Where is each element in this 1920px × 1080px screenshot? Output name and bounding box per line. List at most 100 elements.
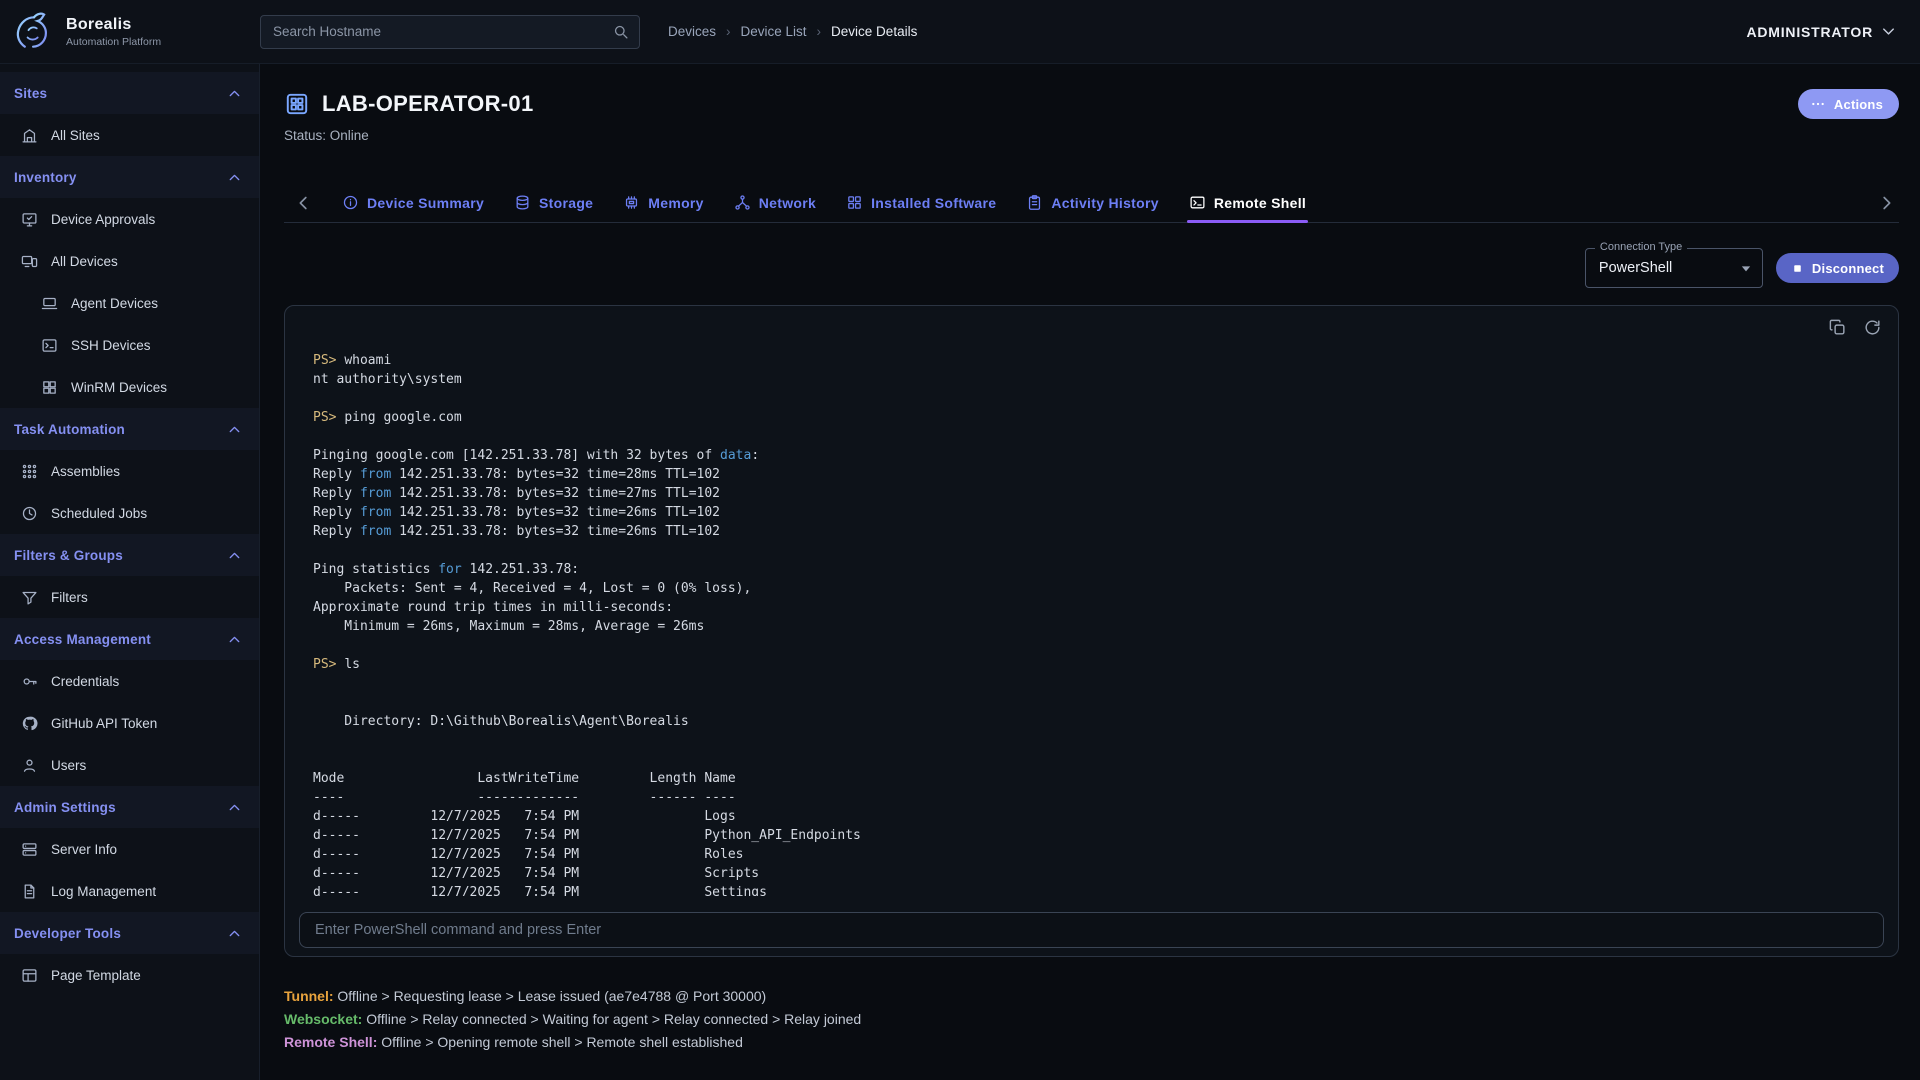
chevron-up-icon: [226, 925, 243, 942]
tab-label: Installed Software: [871, 195, 996, 211]
terminal-line: [313, 731, 1870, 750]
top-bar: Borealis Automation Platform Devices›Dev…: [0, 0, 1920, 64]
log-management-icon: [21, 883, 38, 900]
sidebar-item-label: Credentials: [51, 674, 119, 689]
connection-type-select[interactable]: Connection Type PowerShell: [1585, 248, 1763, 288]
sidebar-item-all-sites[interactable]: All Sites: [0, 114, 259, 156]
terminal-line: [313, 389, 1870, 408]
sidebar-item-assemblies[interactable]: Assemblies: [0, 450, 259, 492]
search-input[interactable]: [273, 24, 612, 39]
tab-activity-history[interactable]: Activity History: [1026, 183, 1159, 222]
agent-devices-icon: [41, 295, 58, 312]
sidebar-item-scheduled-jobs[interactable]: Scheduled Jobs: [0, 492, 259, 534]
sidebar-item-label: All Devices: [51, 254, 118, 269]
sidebar-section-filters-groups[interactable]: Filters & Groups: [0, 534, 259, 576]
sidebar-item-device-approvals[interactable]: Device Approvals: [0, 198, 259, 240]
command-input[interactable]: [299, 912, 1884, 948]
sidebar-section-inventory[interactable]: Inventory: [0, 156, 259, 198]
remote-shell-icon: [1189, 194, 1206, 211]
tab-remote-shell[interactable]: Remote Shell: [1189, 183, 1306, 222]
refresh-icon[interactable]: [1863, 318, 1882, 337]
storage-icon: [514, 194, 531, 211]
sidebar-item-label: WinRM Devices: [71, 380, 167, 395]
status-line-tunnel: Tunnel: Offline > Requesting lease > Lea…: [284, 985, 1899, 1008]
sidebar-item-ssh-devices[interactable]: SSH Devices: [0, 324, 259, 366]
sidebar-section-sites[interactable]: Sites: [0, 72, 259, 114]
sidebar-section-admin-settings[interactable]: Admin Settings: [0, 786, 259, 828]
terminal-line: Directory: D:\Github\Borealis\Agent\Bore…: [313, 712, 1870, 731]
github-icon: [21, 715, 38, 732]
tab-installed-software[interactable]: Installed Software: [846, 183, 996, 222]
chevron-up-icon: [226, 547, 243, 564]
ssh-devices-icon: [41, 337, 58, 354]
caret-down-icon: [1736, 258, 1756, 278]
chevron-up-icon: [226, 421, 243, 438]
terminal-line: Reply from 142.251.33.78: bytes=32 time=…: [313, 465, 1870, 484]
sidebar-item-label: Log Management: [51, 884, 156, 899]
breadcrumb-device-list[interactable]: Device List: [741, 24, 807, 39]
disconnect-button[interactable]: Disconnect: [1776, 253, 1899, 283]
breadcrumb-devices[interactable]: Devices: [668, 24, 716, 39]
user-menu[interactable]: ADMINISTRATOR: [1746, 22, 1920, 41]
breadcrumb-device-details: Device Details: [831, 24, 917, 39]
installed-software-icon: [846, 194, 863, 211]
tab-label: Activity History: [1051, 195, 1159, 211]
sidebar-item-all-devices[interactable]: All Devices: [0, 240, 259, 282]
tab-device-summary[interactable]: Device Summary: [342, 183, 484, 222]
sidebar-item-credentials[interactable]: Credentials: [0, 660, 259, 702]
terminal-line: [313, 750, 1870, 769]
tab-label: Storage: [539, 195, 593, 211]
breadcrumb: Devices › Device List › Device Details: [668, 24, 917, 39]
actions-button[interactable]: Actions: [1798, 89, 1899, 119]
memory-icon: [623, 194, 640, 211]
search-icon[interactable]: [612, 23, 629, 40]
chevron-up-icon: [226, 631, 243, 648]
more-options-icon: [1810, 96, 1826, 112]
sidebar-item-agent-devices[interactable]: Agent Devices: [0, 282, 259, 324]
device-status: Status: Online: [284, 128, 1899, 143]
terminal-line: ---- ------------- ------ ----: [313, 788, 1870, 807]
sidebar-item-users[interactable]: Users: [0, 744, 259, 786]
breadcrumb-separator: ›: [726, 24, 731, 39]
terminal-line: PS> whoami: [313, 351, 1870, 370]
credentials-icon: [21, 673, 38, 690]
tabs-scroll-right-icon[interactable]: [1875, 192, 1897, 214]
tabs-scroll-left-icon[interactable]: [293, 192, 315, 214]
tab-memory[interactable]: Memory: [623, 183, 703, 222]
winrm-devices-icon: [41, 379, 58, 396]
sidebar-section-label: Filters & Groups: [14, 548, 123, 563]
sidebar-item-log-management[interactable]: Log Management: [0, 870, 259, 912]
all-devices-icon: [21, 253, 38, 270]
breadcrumb-separator: ›: [817, 24, 822, 39]
status-line-text: Offline > Relay connected > Waiting for …: [362, 1011, 861, 1027]
sidebar-section-access-management[interactable]: Access Management: [0, 618, 259, 660]
terminal-line: Pinging google.com [142.251.33.78] with …: [313, 446, 1870, 465]
borealis-logo-icon: [12, 10, 56, 54]
sidebar-item-server-info[interactable]: Server Info: [0, 828, 259, 870]
sidebar-item-label: SSH Devices: [71, 338, 151, 353]
terminal-line: Mode LastWriteTime Length Name: [313, 769, 1870, 788]
copy-icon[interactable]: [1828, 318, 1847, 337]
status-line-label: Websocket:: [284, 1011, 362, 1027]
activity-history-icon: [1026, 194, 1043, 211]
tab-storage[interactable]: Storage: [514, 183, 593, 222]
terminal-line: d----- 12/7/2025 7:54 PM Logs: [313, 807, 1870, 826]
sidebar-item-winrm-devices[interactable]: WinRM Devices: [0, 366, 259, 408]
sidebar: Sites All Sites Inventory Device Approvals A…: [0, 64, 260, 1080]
terminal-line: d----- 12/7/2025 7:54 PM Settings: [313, 883, 1870, 896]
sidebar-item-page-template[interactable]: Page Template: [0, 954, 259, 996]
tab-network[interactable]: Network: [734, 183, 816, 222]
terminal-line: Reply from 142.251.33.78: bytes=32 time=…: [313, 484, 1870, 503]
sidebar-item-github-api-token[interactable]: GitHub API Token: [0, 702, 259, 744]
sidebar-section-task-automation[interactable]: Task Automation: [0, 408, 259, 450]
sidebar-section-label: Inventory: [14, 170, 77, 185]
status-line-websocket: Websocket: Offline > Relay connected > W…: [284, 1008, 1899, 1031]
hostname-search[interactable]: [260, 15, 640, 49]
terminal-line: d----- 12/7/2025 7:54 PM Python_API_Endp…: [313, 826, 1870, 845]
sidebar-item-filters[interactable]: Filters: [0, 576, 259, 618]
terminal-line: [313, 693, 1870, 712]
sidebar-item-label: All Sites: [51, 128, 100, 143]
sidebar-section-developer-tools[interactable]: Developer Tools: [0, 912, 259, 954]
info-icon: [342, 194, 359, 211]
status-line-text: Offline > Requesting lease > Lease issue…: [334, 988, 767, 1004]
